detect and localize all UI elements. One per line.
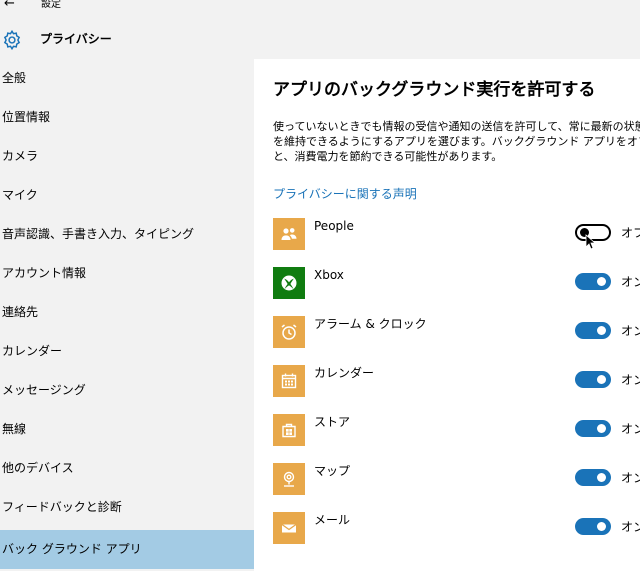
sidebar-item-feedback-diagnostics[interactable]: フィードバックと診断 — [0, 488, 254, 527]
app-name: カレンダー — [314, 366, 375, 380]
sidebar-item-microphone[interactable]: マイク — [0, 176, 254, 215]
title-bar: ← 設定 — [0, 0, 640, 14]
window-title: 設定 — [41, 0, 61, 10]
app-row-mail: メール オン — [273, 512, 640, 546]
sidebar-item-calendar[interactable]: カレンダー — [0, 332, 254, 371]
toggle-knob — [597, 424, 606, 433]
app-name: メール — [314, 513, 351, 527]
description-line: と、消費電力を節約できる可能性があります。 — [273, 150, 503, 163]
background-toggle-mail[interactable] — [575, 518, 611, 535]
sidebar-item-messaging[interactable]: メッセージング — [0, 371, 254, 410]
sidebar-item-speech-inking-typing[interactable]: 音声認識、手書き入力、タイピング — [0, 215, 254, 254]
xbox-icon — [273, 267, 305, 299]
alarm-clock-icon — [273, 316, 305, 348]
gear-icon — [3, 29, 21, 51]
description-line: を維持できるようにするアプリを選びます。バックグラウンド アプリをオフにする — [273, 135, 640, 148]
sidebar: 全般 位置情報 カメラ マイク 音声認識、手書き入力、タイピング アカウント情報… — [0, 59, 254, 571]
app-name: Xbox — [314, 268, 344, 282]
sidebar-item-other-devices[interactable]: 他のデバイス — [0, 449, 254, 488]
sidebar-item-general[interactable]: 全般 — [0, 59, 254, 98]
page-header: プライバシー — [0, 14, 640, 59]
page-title: プライバシー — [40, 32, 112, 46]
toggle-state-label: オン — [621, 373, 640, 387]
sidebar-item-contacts[interactable]: 連絡先 — [0, 293, 254, 332]
background-toggle-store[interactable] — [575, 420, 611, 437]
toggle-state-label: オン — [621, 422, 640, 436]
app-row-maps: マップ オン — [273, 463, 640, 497]
description-line: 使っていないときでも情報の受信や通知の送信を許可して、常に最新の状態 — [273, 120, 640, 133]
maps-icon — [273, 463, 305, 495]
app-name: People — [314, 219, 354, 233]
mail-icon — [273, 512, 305, 544]
toggle-knob — [597, 375, 606, 384]
background-toggle-calendar[interactable] — [575, 371, 611, 388]
toggle-state-label: オン — [621, 471, 640, 485]
toggle-state-label: オフ — [621, 226, 640, 240]
mouse-cursor-icon — [585, 234, 597, 250]
sidebar-item-location[interactable]: 位置情報 — [0, 98, 254, 137]
section-description: 使っていないときでも情報の受信や通知の送信を許可して、常に最新の状態 を維持でき… — [273, 119, 640, 164]
toggle-state-label: オン — [621, 520, 640, 534]
app-name: アラーム & クロック — [314, 317, 427, 331]
section-title: アプリのバックグラウンド実行を許可する — [273, 80, 596, 100]
toggle-knob — [597, 522, 606, 531]
app-name: マップ — [314, 464, 351, 478]
toggle-knob — [597, 277, 606, 286]
people-icon — [273, 218, 305, 250]
toggle-knob — [597, 473, 606, 482]
store-icon — [273, 414, 305, 446]
calendar-icon — [273, 365, 305, 397]
app-row-calendar: カレンダー オン — [273, 365, 640, 399]
privacy-statement-link[interactable]: プライバシーに関する声明 — [273, 185, 417, 203]
sidebar-item-camera[interactable]: カメラ — [0, 137, 254, 176]
toggle-state-label: オン — [621, 324, 640, 338]
background-toggle-maps[interactable] — [575, 469, 611, 486]
back-button[interactable]: ← — [4, 0, 22, 13]
toggle-state-label: オン — [621, 275, 640, 289]
app-name: ストア — [314, 415, 351, 429]
app-row-people: People オフ — [273, 218, 640, 252]
background-toggle-alarm-clock[interactable] — [575, 322, 611, 339]
background-toggle-people[interactable] — [575, 224, 611, 250]
sidebar-item-account-info[interactable]: アカウント情報 — [0, 254, 254, 293]
app-row-alarm-clock: アラーム & クロック オン — [273, 316, 640, 350]
background-toggle-xbox[interactable] — [575, 273, 611, 290]
sidebar-item-background-apps[interactable]: バック グラウンド アプリ — [0, 530, 254, 569]
main-content: アプリのバックグラウンド実行を許可する 使っていないときでも情報の受信や通知の送… — [254, 59, 640, 571]
toggle-knob — [597, 326, 606, 335]
app-row-xbox: Xbox オン — [273, 267, 640, 301]
sidebar-item-radios[interactable]: 無線 — [0, 410, 254, 449]
app-row-store: ストア オン — [273, 414, 640, 448]
